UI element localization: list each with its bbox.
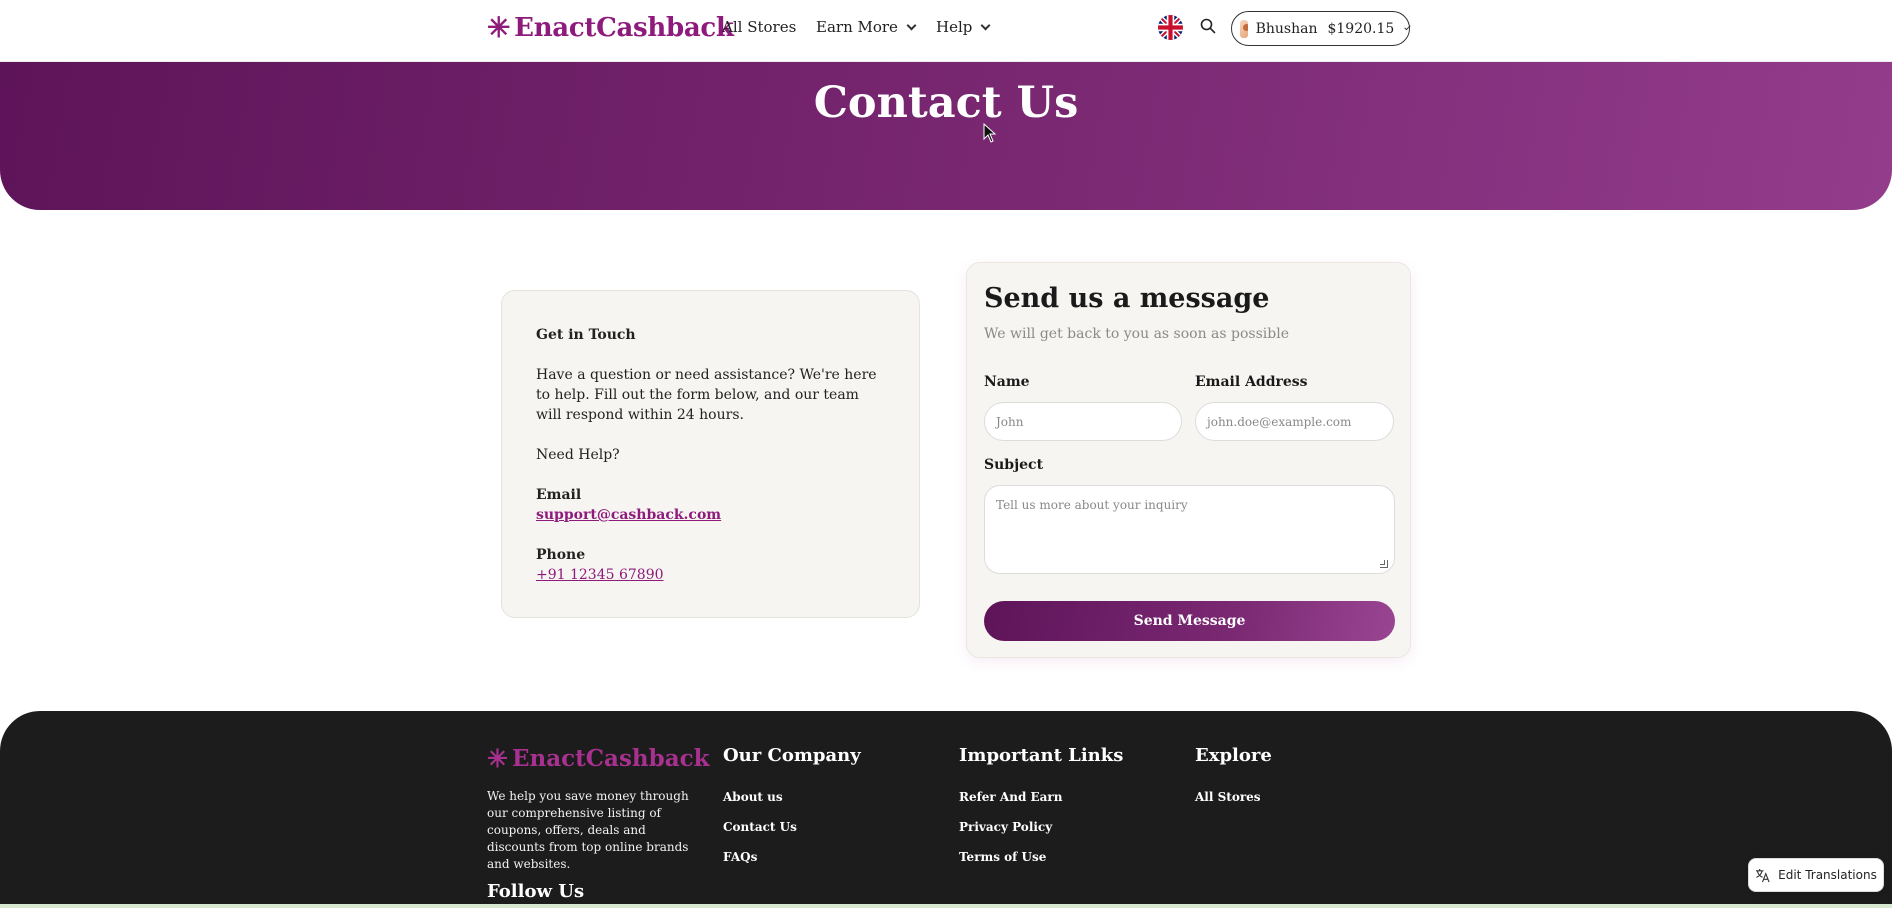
edit-translations-label: Edit Translations <box>1778 868 1877 882</box>
contact-info-card: Get in Touch Have a question or need ass… <box>501 290 920 618</box>
email-label: Email <box>536 487 582 503</box>
mouse-cursor-icon <box>983 123 997 143</box>
nav-all-stores-label: All Stores <box>722 18 797 36</box>
hero-banner: Contact Us <box>0 62 1892 210</box>
nav-earn-more[interactable]: Earn More <box>816 18 917 36</box>
subject-textarea[interactable]: Tell us more about your inquiry <box>984 485 1395 574</box>
phone-link[interactable]: +91 12345 67890 <box>536 567 664 583</box>
top-navbar: ✳ EnactCashback All Stores Earn More Hel… <box>0 0 1892 62</box>
send-message-button[interactable]: Send Message <box>984 601 1395 641</box>
footer-col-title-company: Our Company <box>723 745 861 766</box>
footer-bottom-strip <box>0 904 1892 908</box>
footer-link-contact[interactable]: Contact Us <box>723 820 797 834</box>
form-title: Send us a message <box>984 283 1270 314</box>
avatar <box>1240 19 1248 38</box>
chevron-down-icon <box>906 20 917 30</box>
nav-earn-more-label: Earn More <box>816 18 898 36</box>
follow-us-heading: Follow Us <box>487 881 585 902</box>
chevron-down-icon <box>980 20 991 30</box>
footer-link-terms[interactable]: Terms of Use <box>959 850 1046 864</box>
footer-link-privacy[interactable]: Privacy Policy <box>959 820 1052 834</box>
user-balance: $1920.15 <box>1327 20 1395 37</box>
nav-all-stores[interactable]: All Stores <box>722 18 796 36</box>
footer: ✳ EnactCashback We help you save money t… <box>0 711 1892 908</box>
brand-name: EnactCashback <box>514 13 734 43</box>
nav-help-label: Help <box>936 18 973 36</box>
footer-link-refer[interactable]: Refer And Earn <box>959 790 1062 804</box>
footer-brand-name: EnactCashback <box>511 745 710 772</box>
brand-logo[interactable]: ✳ EnactCashback <box>487 13 734 43</box>
page-title: Contact Us <box>813 78 1079 128</box>
nav-help[interactable]: Help <box>936 18 991 36</box>
edit-translations-button[interactable]: Edit Translations <box>1748 858 1884 892</box>
user-account-menu[interactable]: Bhushan $1920.15 <box>1231 11 1411 46</box>
need-help-text: Need Help? <box>536 447 620 463</box>
support-email-link[interactable]: support@cashback.com <box>536 507 721 523</box>
subject-label: Subject <box>984 457 1044 473</box>
asterisk-logo-icon: ✳ <box>487 744 508 773</box>
footer-col-title-important: Important Links <box>959 745 1124 766</box>
asterisk-logo-icon: ✳ <box>487 11 511 44</box>
footer-link-faqs[interactable]: FAQs <box>723 850 757 864</box>
chevron-down-icon <box>1404 23 1411 30</box>
footer-link-about[interactable]: About us <box>723 790 783 804</box>
name-label: Name <box>984 374 1030 390</box>
email-address-label: Email Address <box>1195 374 1308 390</box>
info-body: Have a question or need assistance? We'r… <box>536 367 877 423</box>
footer-col-title-explore: Explore <box>1195 745 1272 766</box>
footer-link-all-stores[interactable]: All Stores <box>1195 790 1261 804</box>
contact-form-card: Send us a message We will get back to yo… <box>966 262 1411 658</box>
search-icon[interactable] <box>1200 18 1216 34</box>
translate-icon <box>1756 868 1770 882</box>
resize-handle-icon[interactable] <box>1380 560 1388 568</box>
user-name: Bhushan <box>1255 20 1318 37</box>
phone-label: Phone <box>536 547 586 563</box>
form-subtitle: We will get back to you as soon as possi… <box>984 326 1289 342</box>
subject-placeholder: Tell us more about your inquiry <box>996 498 1188 512</box>
info-heading: Get in Touch <box>536 327 636 343</box>
uk-flag-icon[interactable] <box>1158 15 1183 40</box>
email-field[interactable]: john.doe@example.com <box>1195 402 1394 441</box>
footer-description: We help you save money through our compr… <box>487 789 689 871</box>
name-field[interactable]: John <box>984 402 1182 441</box>
footer-brand-logo[interactable]: ✳ EnactCashback <box>487 745 710 772</box>
